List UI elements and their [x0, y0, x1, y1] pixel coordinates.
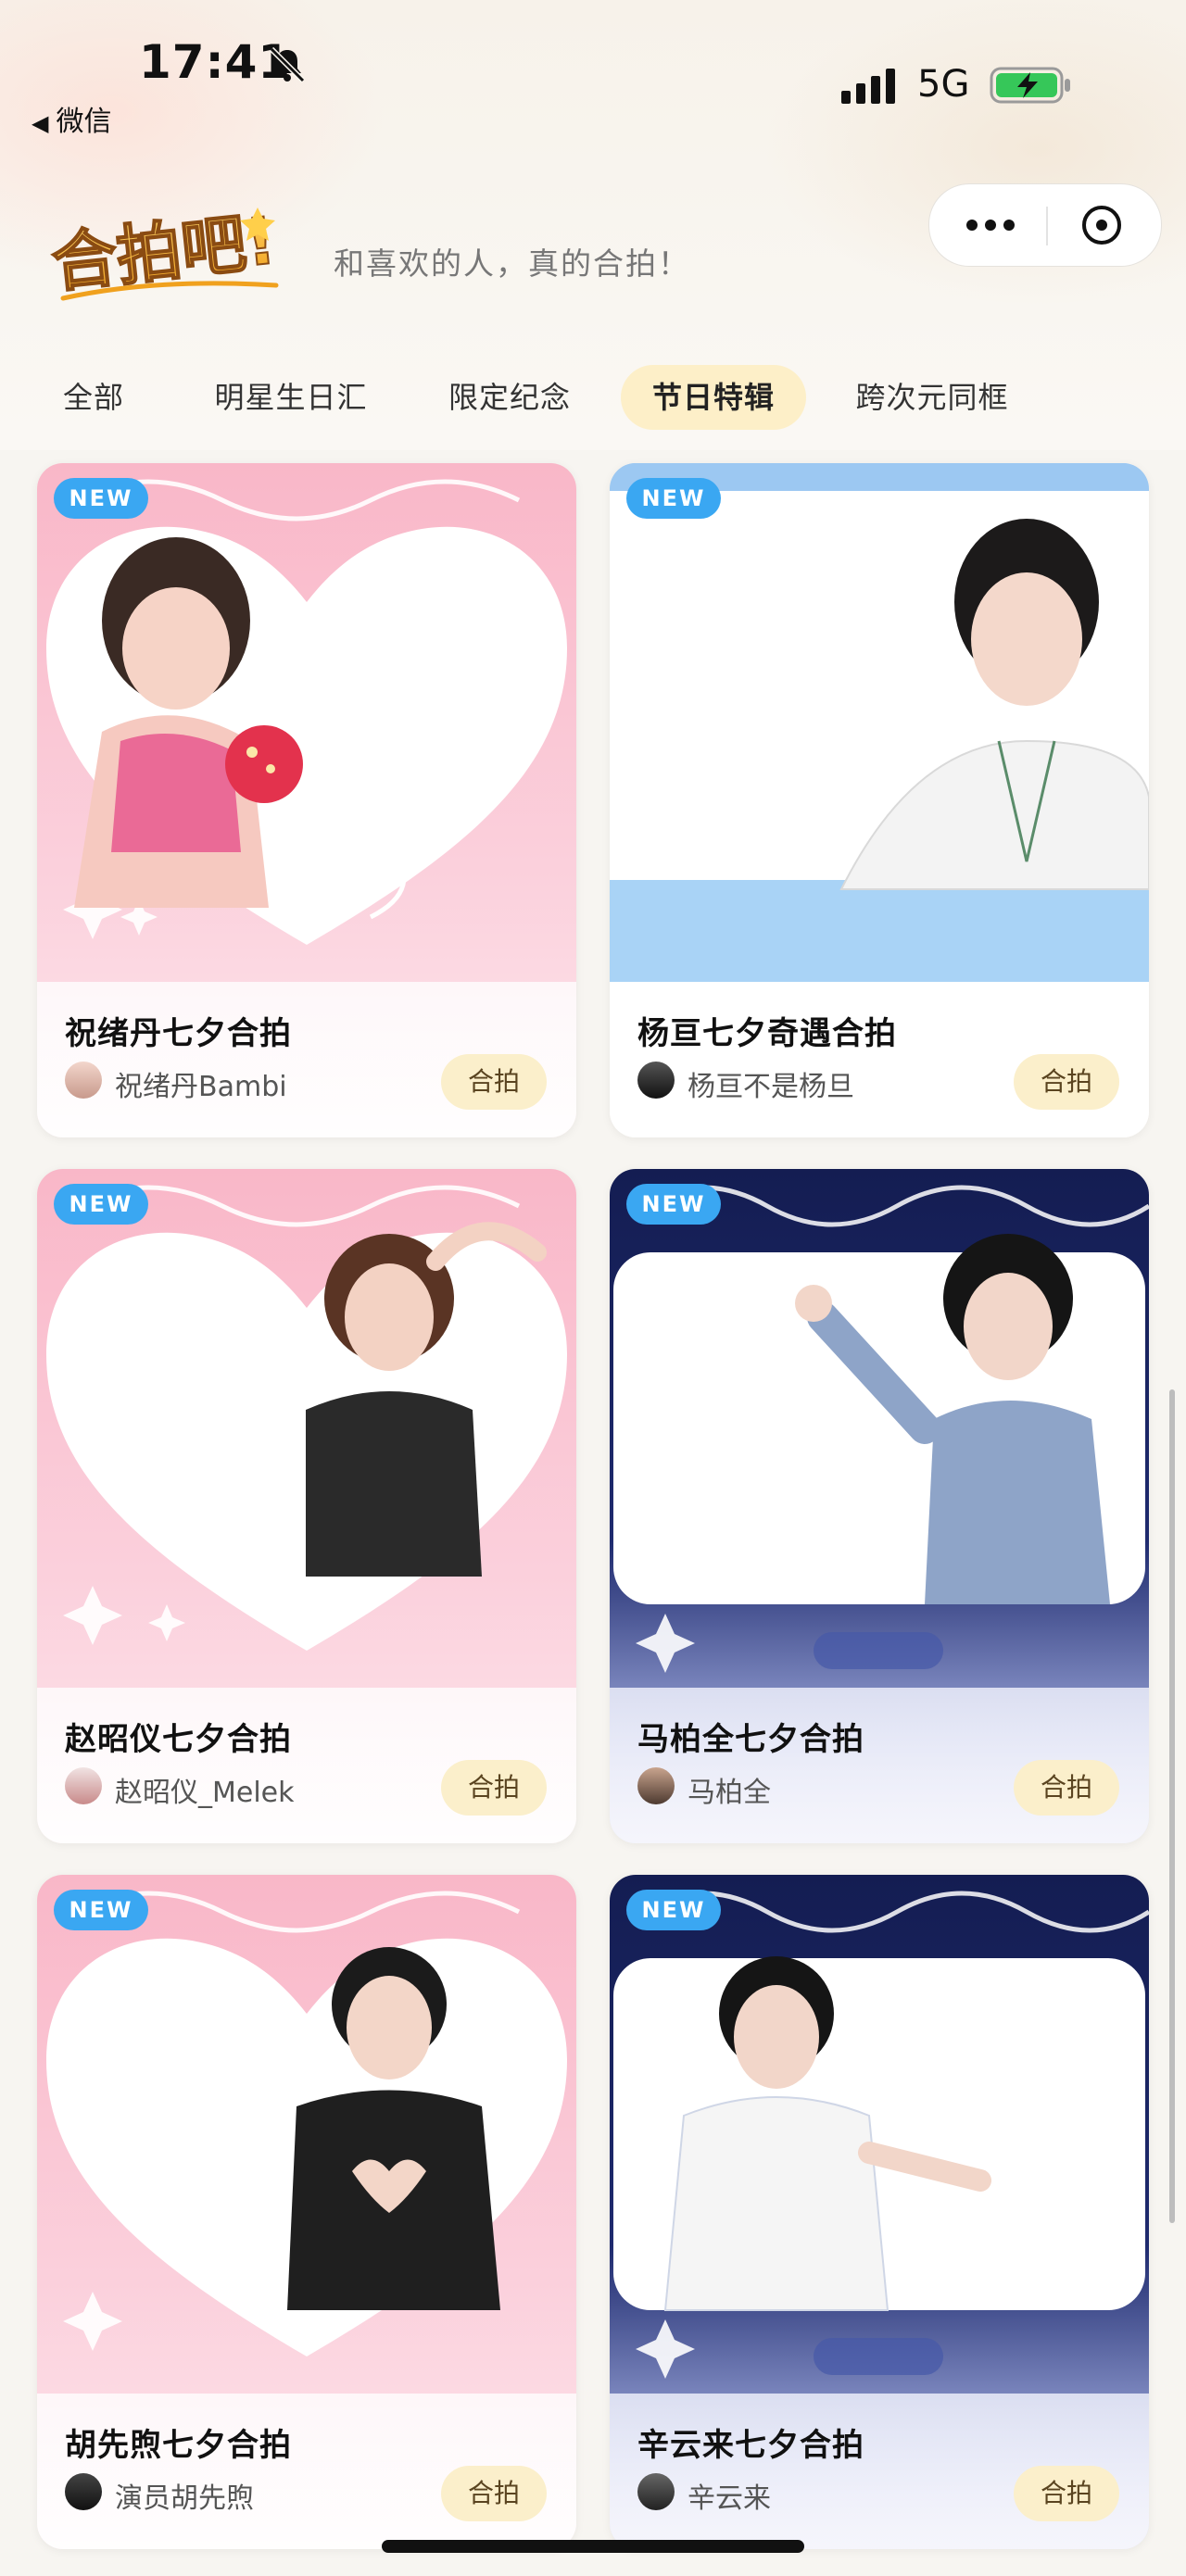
join-photo-button[interactable]: 合拍	[441, 2466, 547, 2521]
author-name: 祝绪丹Bambi	[115, 1071, 287, 1103]
template-card[interactable]: NEW 马柏全七夕合拍 马柏全 合拍	[610, 1169, 1149, 1843]
miniprogram-capsule	[928, 183, 1162, 267]
battery-charging-icon	[990, 67, 1070, 104]
scrollbar[interactable]	[1169, 1389, 1175, 2223]
cellular-signal-icon	[841, 69, 895, 104]
card-title: 祝绪丹七夕合拍	[65, 1015, 292, 1052]
avatar	[65, 2473, 102, 2510]
avatar	[65, 1767, 102, 1804]
card-artwork	[610, 463, 1149, 982]
template-card[interactable]: NEW 祝绪丹七夕合拍 祝绪丹Bambi 合拍	[37, 463, 576, 1137]
template-card[interactable]: NEW 辛云来七夕合拍 辛云来 合拍	[610, 1875, 1149, 2549]
template-card[interactable]: NEW 赵昭仪七夕合拍 赵昭仪_Melek 合拍	[37, 1169, 576, 1843]
template-card[interactable]: NEW 杨亘七夕奇遇合拍 杨亘不是杨旦 合拍	[610, 463, 1149, 1137]
back-label: 微信	[56, 106, 112, 138]
card-info: 祝绪丹七夕合拍 祝绪丹Bambi 合拍	[37, 982, 576, 1137]
network-type: 5G	[917, 63, 970, 106]
avatar	[637, 1767, 675, 1804]
card-info: 赵昭仪七夕合拍 赵昭仪_Melek 合拍	[37, 1688, 576, 1843]
author-name: 辛云来	[688, 2482, 771, 2515]
card-artwork	[613, 1891, 1149, 2379]
avatar	[637, 1062, 675, 1099]
card-info: 马柏全七夕合拍 马柏全 合拍	[610, 1688, 1149, 1843]
status-bar: 17:41 ◀ 微信 5G	[0, 0, 1186, 148]
new-badge: NEW	[54, 1890, 148, 1930]
header-slogan: 和喜欢的人，真的合拍！	[334, 245, 690, 282]
join-photo-button[interactable]: 合拍	[441, 1054, 547, 1110]
join-photo-button[interactable]: 合拍	[1014, 1054, 1119, 1110]
tab-star-birthday[interactable]: 明星生日汇	[198, 365, 384, 430]
tab-cross-dimension[interactable]: 跨次元同框	[839, 365, 1025, 430]
back-to-wechat[interactable]: ◀ 微信	[32, 98, 111, 139]
home-indicator[interactable]	[382, 2540, 804, 2553]
card-artwork	[613, 1185, 1149, 1673]
new-badge: NEW	[626, 1184, 721, 1225]
back-arrow-icon: ◀	[32, 110, 49, 136]
card-info: 杨亘七夕奇遇合拍 杨亘不是杨旦 合拍	[610, 982, 1149, 1137]
more-dots-icon[interactable]	[963, 212, 1018, 238]
avatar	[637, 2473, 675, 2510]
new-badge: NEW	[626, 1890, 721, 1930]
bell-muted-icon	[269, 46, 306, 83]
tab-all[interactable]: 全部	[43, 365, 145, 430]
new-badge: NEW	[54, 1184, 148, 1225]
card-artwork	[46, 1891, 567, 2356]
join-photo-button[interactable]: 合拍	[1014, 2466, 1119, 2521]
capsule-divider	[1046, 207, 1048, 245]
author-name: 杨亘不是杨旦	[688, 1071, 854, 1103]
card-title: 赵昭仪七夕合拍	[65, 1721, 292, 1758]
hepaiba-logo: 合拍吧!	[47, 202, 280, 303]
card-artwork	[46, 479, 567, 945]
category-tabs: 全部 明星生日汇 限定纪念 节日特辑 跨次元同框	[0, 359, 1186, 443]
close-miniprogram-icon[interactable]	[1079, 203, 1124, 247]
author-name: 赵昭仪_Melek	[115, 1777, 295, 1809]
card-artwork	[46, 1185, 567, 1651]
join-photo-button[interactable]: 合拍	[1014, 1760, 1119, 1816]
template-card[interactable]: NEW 胡先煦七夕合拍 演员胡先煦 合拍	[37, 1875, 576, 2549]
new-badge: NEW	[626, 478, 721, 519]
card-title: 辛云来七夕合拍	[637, 2427, 864, 2464]
tab-festival-special[interactable]: 节日特辑	[621, 365, 806, 430]
new-badge: NEW	[54, 478, 148, 519]
join-photo-button[interactable]: 合拍	[441, 1760, 547, 1816]
card-title: 胡先煦七夕合拍	[65, 2427, 292, 2464]
author-name: 演员胡先煦	[115, 2482, 254, 2515]
avatar	[65, 1062, 102, 1099]
tab-limited-memorial[interactable]: 限定纪念	[434, 365, 586, 430]
card-title: 杨亘七夕奇遇合拍	[637, 1015, 897, 1052]
card-info: 辛云来七夕合拍 辛云来 合拍	[610, 2394, 1149, 2549]
author-name: 马柏全	[688, 1777, 771, 1809]
card-info: 胡先煦七夕合拍 演员胡先煦 合拍	[37, 2394, 576, 2549]
card-title: 马柏全七夕合拍	[637, 1721, 864, 1758]
